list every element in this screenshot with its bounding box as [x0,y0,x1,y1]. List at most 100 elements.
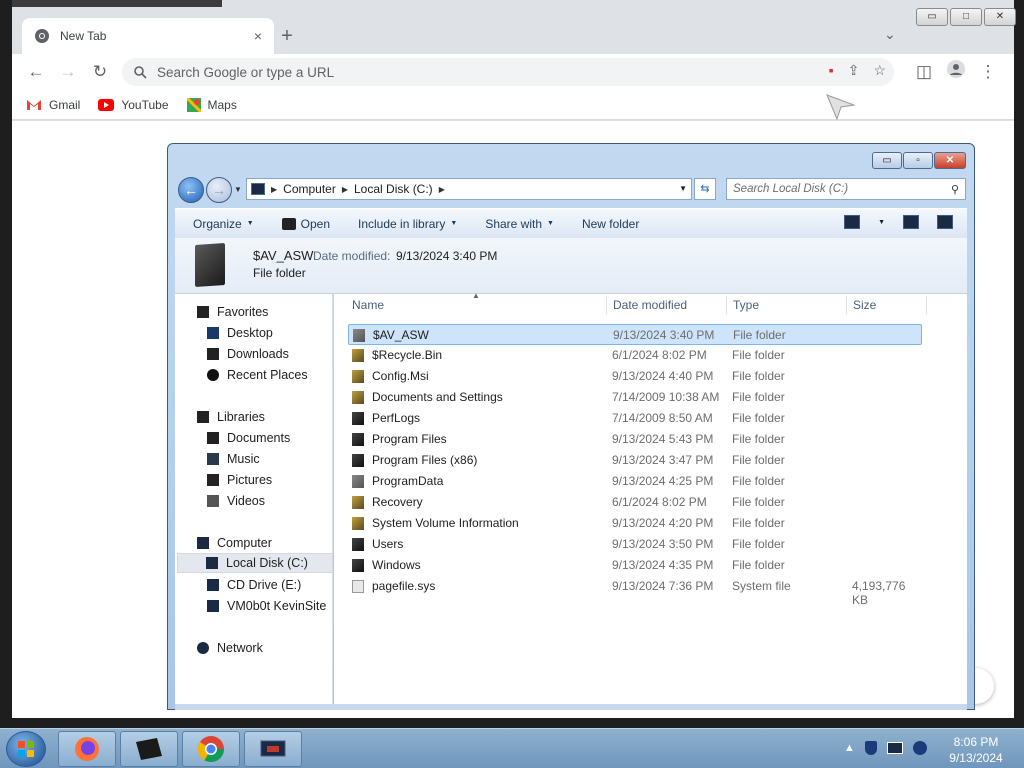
volume-icon[interactable] [912,741,927,755]
nav-documents[interactable]: Documents [207,428,290,448]
bookmark-maps[interactable]: Maps [186,97,237,112]
nav-downloads[interactable]: Downloads [207,344,289,364]
breadcrumb-local-disk[interactable]: Local Disk (C:) [354,182,433,196]
taskbar-chrome[interactable] [182,731,240,767]
minimize-button[interactable]: ▭ [916,8,948,26]
file-type: File folder [732,516,785,530]
network-monitor-icon[interactable] [886,742,903,754]
file-row[interactable]: Recovery 6/1/2024 8:02 PM File folder [348,492,922,513]
column-divider[interactable] [846,296,847,314]
nav-network-share[interactable]: VM0b0t KevinSite [207,596,326,616]
nav-local-disk[interactable]: Local Disk (C:) [177,553,333,573]
column-header-type[interactable]: Type [733,298,759,312]
start-button[interactable] [6,731,46,767]
maximize-button[interactable]: □ [950,8,982,26]
column-divider[interactable] [926,296,927,314]
help-icon[interactable] [937,215,953,229]
column-divider[interactable] [606,296,607,314]
share-with-button[interactable]: Share with ▼ [485,217,554,231]
folder-icon [352,538,364,551]
explorer-search-box[interactable]: ⚲ [726,178,966,200]
menu-kebab-icon[interactable]: ⋮ [976,60,1000,84]
nav-pictures[interactable]: Pictures [207,470,272,490]
clock[interactable]: 8:06 PM 9/13/2024 [946,734,1006,766]
explorer-maximize-button[interactable]: ▫ [903,152,933,169]
new-folder-button[interactable]: New folder [582,217,639,231]
column-header-date[interactable]: Date modified [613,298,687,312]
explorer-close-button[interactable]: ✕ [934,152,966,169]
clock-date: 9/13/2024 [949,751,1003,765]
file-row[interactable]: $AV_ASW 9/13/2024 3:40 PM File folder [348,324,922,345]
new-tab-button[interactable]: + [274,24,300,50]
reload-icon[interactable]: ↻ [88,60,112,84]
forward-arrow-icon[interactable]: → [56,60,80,84]
explorer-forward-button[interactable]: → [206,177,232,203]
nav-videos[interactable]: Videos [207,491,265,511]
close-button[interactable]: ✕ [984,8,1016,26]
tab-search-chevron-icon[interactable]: ⌄ [884,26,896,43]
taskbar-firefox[interactable] [58,731,116,767]
nav-favorites[interactable]: Favorites [197,302,268,322]
file-row[interactable]: System Volume Information 9/13/2024 4:20 … [348,513,922,534]
nav-libraries[interactable]: Libraries [197,407,265,427]
nav-music[interactable]: Music [207,449,260,469]
bookmark-gmail[interactable]: Gmail [26,98,80,112]
column-header-name[interactable]: Name [352,298,384,312]
profile-avatar-icon[interactable] [944,60,968,84]
change-view-icon[interactable] [844,215,861,229]
open-button[interactable]: Open [281,216,330,231]
column-header-size[interactable]: Size [853,298,876,312]
file-row[interactable]: Users 9/13/2024 3:50 PM File folder [348,534,922,555]
file-row[interactable]: Program Files (x86) 9/13/2024 3:47 PM File… [348,450,922,471]
include-in-library-button[interactable]: Include in library ▼ [358,217,457,231]
recent-pages-chevron-icon[interactable]: ▼ [234,185,242,194]
taskbar-explorer[interactable] [120,731,178,767]
file-row[interactable]: Config.Msi 9/13/2024 4:40 PM File folder [348,366,922,387]
nav-network[interactable]: Network [197,638,263,658]
file-type: File folder [732,369,785,383]
file-list: ▲ Name Date modified Type Size $AV_ASW 9/… [334,291,967,704]
nav-recent-places[interactable]: Recent Places [207,365,308,385]
column-divider[interactable] [726,296,727,314]
nav-desktop[interactable]: Desktop [207,323,273,343]
nav-computer[interactable]: Computer [197,533,272,553]
nav-cd-drive[interactable]: CD Drive (E:) [207,575,301,595]
tab-new-tab[interactable]: New Tab × [22,18,274,54]
view-dropdown-icon[interactable]: ▼ [878,219,885,226]
favorites-icon [197,306,209,318]
selected-folder-icon [195,242,225,288]
file-row[interactable]: pagefile.sys 9/13/2024 7:36 PM System file… [348,576,922,607]
file-name: Recovery [372,495,423,509]
back-arrow-icon[interactable]: ← [24,60,48,84]
file-row[interactable]: PerfLogs 7/14/2009 8:50 AM File folder [348,408,922,429]
breadcrumb-separator-icon: ▶ [271,184,278,194]
bookmark-star-icon[interactable]: ☆ [873,62,886,79]
share-icon[interactable]: ⇪ [848,62,860,79]
file-row[interactable]: $Recycle.Bin 6/1/2024 8:02 PM File folder [348,345,922,366]
address-bar[interactable]: ▶ Computer ▶ Local Disk (C:) ▶ ▼ [246,178,692,200]
file-row[interactable]: ProgramData 9/13/2024 4:25 PM File folder [348,471,922,492]
taskbar-remote-app[interactable] [244,731,302,767]
command-label: Open [300,216,330,231]
security-shield-icon[interactable] [864,741,877,755]
address-dropdown-icon[interactable]: ▼ [679,184,687,193]
file-row[interactable]: Windows 9/13/2024 4:35 PM File folder [348,555,922,576]
organize-button[interactable]: Organize ▼ [193,217,254,231]
explorer-minimize-button[interactable]: ▭ [872,152,902,169]
file-name: System Volume Information [372,516,519,530]
file-row[interactable]: Program Files 9/13/2024 5:43 PM File folde… [348,429,922,450]
explorer-back-button[interactable]: ← [178,177,204,203]
search-icon[interactable]: ⚲ [951,183,959,196]
side-panel-icon[interactable]: ◫ [912,60,936,84]
blocked-popup-icon[interactable]: ▪ [829,62,834,79]
refresh-icon[interactable]: ⇆ [694,178,716,200]
preview-pane-icon[interactable] [903,215,919,229]
bookmark-youtube[interactable]: YouTube [98,98,169,112]
file-row[interactable]: Documents and Settings 7/14/2009 10:38 AM… [348,387,922,408]
computer-icon [197,537,209,549]
explorer-search-input[interactable] [733,183,951,195]
breadcrumb-computer[interactable]: Computer [283,182,336,196]
tab-close-icon[interactable]: × [254,28,262,44]
omnibox[interactable]: Search Google or type a URL ▪ ⇪ ☆ [122,58,894,86]
show-hidden-icons-button[interactable]: ▲ [844,742,855,754]
